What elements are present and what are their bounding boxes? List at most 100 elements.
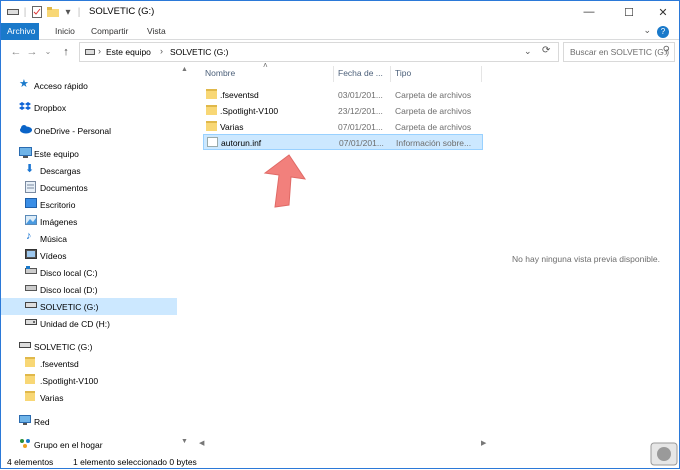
nav-label: Disco local (D:) <box>40 285 98 295</box>
nav-label: Música <box>40 234 67 244</box>
nav-spotlight[interactable]: .Spotlight-V100 <box>1 372 177 389</box>
nav-solvetic-g-tree[interactable]: SOLVETIC (G:) <box>1 338 177 355</box>
qa-divider: | <box>23 6 27 18</box>
nav-videos[interactable]: Vídeos <box>1 247 177 264</box>
breadcrumb-separator[interactable]: › <box>160 46 163 56</box>
file-type: Información sobre... <box>396 138 472 148</box>
cd-drive-icon <box>25 317 37 329</box>
scroll-right-icon[interactable]: ▶ <box>481 439 486 447</box>
minimize-button[interactable]: — <box>571 1 607 23</box>
nav-varias[interactable]: Varias <box>1 389 177 406</box>
qa-divider: | <box>77 6 81 18</box>
star-icon: ★ <box>19 78 29 90</box>
red-arrow-annotation <box>263 154 307 208</box>
column-fecha[interactable]: Fecha de ... <box>338 68 383 78</box>
nav-label: Dropbox <box>34 103 67 113</box>
download-icon: ⬇ <box>25 163 35 175</box>
nav-label: Imágenes <box>40 217 78 227</box>
breadcrumb-este-equipo[interactable]: Este equipo <box>106 47 151 57</box>
pictures-icon <box>25 215 37 227</box>
expand-ribbon-icon[interactable]: ⌄ <box>643 25 651 36</box>
tab-archivo[interactable]: Archivo <box>1 23 39 40</box>
column-nombre[interactable]: Nombre <box>205 68 235 78</box>
close-button[interactable]: ✕ <box>645 1 680 23</box>
tab-vista[interactable]: Vista <box>141 23 172 40</box>
usb-drive-icon <box>25 300 37 312</box>
nav-red[interactable]: Red <box>1 413 177 430</box>
file-row-spotlight[interactable]: .Spotlight-V100 23/12/201... Carpeta de … <box>203 103 483 119</box>
refresh-icon[interactable]: ⟳ <box>542 45 550 56</box>
nav-label: OneDrive - Personal <box>34 126 112 136</box>
file-date: 07/01/201... <box>338 122 383 132</box>
nav-label: Vídeos <box>40 251 67 261</box>
desktop-icon <box>25 198 37 210</box>
nav-grupo-hogar[interactable]: Grupo en el hogar <box>1 436 177 453</box>
preview-message: No hay ninguna vista previa disponible. <box>512 254 660 264</box>
help-button[interactable]: ? <box>657 26 669 38</box>
nav-este-equipo[interactable]: Este equipo <box>1 145 177 162</box>
maximize-button[interactable]: ☐ <box>611 1 647 23</box>
nav-unidad-cd[interactable]: Unidad de CD (H:) <box>1 315 177 332</box>
nav-descargas[interactable]: ⬇ Descargas <box>1 162 177 179</box>
nav-solvetic-g[interactable]: SOLVETIC (G:) <box>1 298 177 315</box>
folder-icon <box>25 391 35 401</box>
file-date: 03/01/201... <box>338 90 383 100</box>
horizontal-scrollbar[interactable]: ◀ ▶ <box>197 439 493 451</box>
qa-dropdown-icon[interactable]: ▾ <box>63 5 73 19</box>
address-bar[interactable]: › Este equipo › SOLVETIC (G:) ⌄ ⟳ <box>79 42 559 62</box>
file-row-varias[interactable]: Varias 07/01/201... Carpeta de archivos <box>203 119 483 135</box>
nav-label: Grupo en el hogar <box>34 440 103 450</box>
nav-disco-c[interactable]: Disco local (C:) <box>1 264 177 281</box>
properties-icon[interactable] <box>31 5 43 19</box>
nav-label: .Spotlight-V100 <box>40 376 99 386</box>
address-row: ← → ⌄ ↑ › Este equipo › SOLVETIC (G:) ⌄ … <box>1 40 679 64</box>
column-divider[interactable] <box>390 66 391 82</box>
file-name: Varias <box>220 122 244 132</box>
breadcrumb-solvetic[interactable]: SOLVETIC (G:) <box>170 47 228 57</box>
file-row-autorun[interactable]: autorun.inf 07/01/201... Información sob… <box>203 134 483 150</box>
nav-label: SOLVETIC (G:) <box>34 342 93 352</box>
column-divider[interactable] <box>481 66 482 82</box>
nav-escritorio[interactable]: Escritorio <box>1 196 177 213</box>
search-input[interactable]: Buscar en SOLVETIC (G:) ⚲ <box>563 42 675 62</box>
column-tipo[interactable]: Tipo <box>395 68 411 78</box>
nav-disco-d[interactable]: Disco local (D:) <box>1 281 177 298</box>
folder-icon <box>25 374 35 384</box>
recent-chevron-icon[interactable]: ⌄ <box>41 45 55 59</box>
navigation-pane: ★ Acceso rápido Dropbox OneDrive - Perso… <box>1 64 177 454</box>
nav-dropbox[interactable]: Dropbox <box>1 99 177 116</box>
nav-acceso-rapido[interactable]: ★ Acceso rápido <box>1 77 177 94</box>
scroll-down-icon[interactable]: ▼ <box>181 438 188 445</box>
nav-scrollbar[interactable]: ▲ ▼ <box>181 66 188 448</box>
file-name: .fseventsd <box>220 90 259 100</box>
nav-musica[interactable]: ♪ Música <box>1 230 177 247</box>
tab-inicio[interactable]: Inicio <box>49 23 81 40</box>
column-divider[interactable] <box>333 66 334 82</box>
folder-icon <box>25 357 35 367</box>
up-arrow-icon[interactable]: ↑ <box>59 45 73 59</box>
folder-icon <box>206 89 217 99</box>
forward-arrow-icon[interactable]: → <box>25 45 39 59</box>
homegroup-icon <box>19 438 31 450</box>
scroll-left-icon[interactable]: ◀ <box>199 439 204 447</box>
nav-fseventsd[interactable]: .fseventsd <box>1 355 177 372</box>
breadcrumb-separator[interactable]: › <box>98 46 101 56</box>
tab-compartir[interactable]: Compartir <box>85 23 134 40</box>
nav-label: Documentos <box>40 183 88 193</box>
documents-icon <box>25 181 37 193</box>
scroll-up-icon[interactable]: ▲ <box>181 66 188 73</box>
search-icon: ⚲ <box>662 45 670 56</box>
back-arrow-icon[interactable]: ← <box>9 45 23 59</box>
folder-icon <box>206 121 217 131</box>
file-row-fseventsd[interactable]: .fseventsd 03/01/201... Carpeta de archi… <box>203 87 483 103</box>
computer-icon <box>19 147 32 159</box>
nav-onedrive[interactable]: OneDrive - Personal <box>1 122 177 139</box>
nav-label: SOLVETIC (G:) <box>40 302 99 312</box>
title-bar: | ▾ | SOLVETIC (G:) — ☐ ✕ <box>1 1 679 23</box>
file-list: ˄ Nombre Fecha de ... Tipo .fseventsd 03… <box>197 61 491 454</box>
nav-documentos[interactable]: Documentos <box>1 179 177 196</box>
nav-label: .fseventsd <box>40 359 79 369</box>
nav-imagenes[interactable]: Imágenes <box>1 213 177 230</box>
new-folder-icon[interactable] <box>47 5 59 19</box>
address-dropdown-icon[interactable]: ⌄ <box>524 46 532 57</box>
